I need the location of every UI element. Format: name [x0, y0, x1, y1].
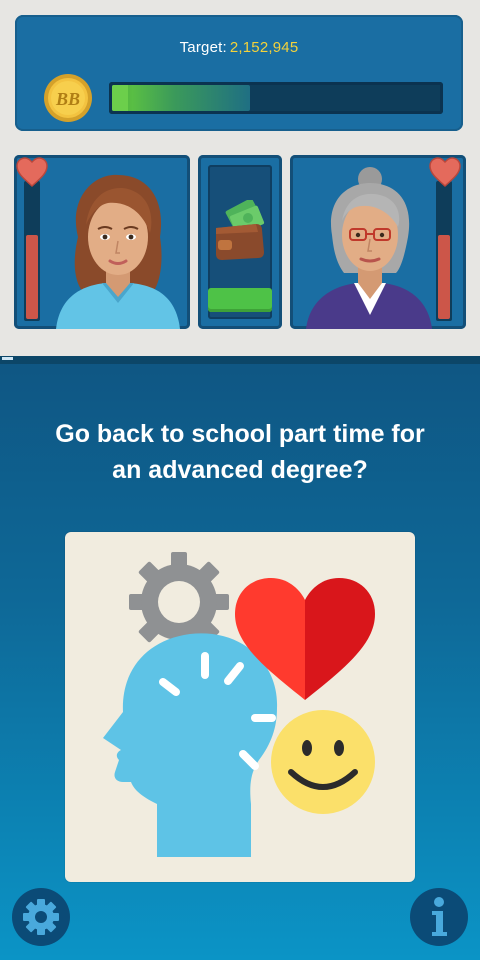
heart-icon	[429, 157, 461, 188]
info-icon	[432, 897, 447, 936]
question-text: Go back to school part time for an advan…	[0, 416, 480, 488]
target-label: Target:	[179, 39, 227, 56]
coin-icon: BB	[44, 74, 92, 122]
happiness-meter-right	[436, 181, 452, 321]
target-panel: Target: 2,152,945 BB	[15, 15, 463, 131]
happiness-meter-fill-right	[438, 235, 450, 319]
target-text: Target: 2,152,945	[15, 39, 463, 56]
smiley-icon	[271, 710, 375, 814]
happiness-meter-fill-left	[26, 235, 38, 319]
target-value: 2,152,945	[229, 39, 299, 56]
happiness-meter-left	[24, 181, 40, 321]
settings-button[interactable]	[12, 888, 70, 946]
money-panel[interactable]	[198, 155, 282, 329]
question-card[interactable]	[65, 532, 415, 882]
gear-icon	[23, 899, 59, 935]
question-line-2: an advanced degree?	[112, 456, 368, 484]
heart-icon	[16, 157, 48, 188]
question-line-1: Go back to school part time for	[55, 420, 425, 448]
target-progress-bar	[109, 82, 443, 114]
target-progress-fill	[112, 85, 250, 111]
character-panel-right[interactable]	[290, 155, 466, 329]
drag-handle[interactable]	[2, 357, 13, 360]
money-bar	[208, 288, 272, 312]
question-area: Go back to school part time for an advan…	[0, 356, 480, 960]
svg-text:BB: BB	[55, 89, 80, 109]
head-icon	[103, 633, 278, 857]
info-button[interactable]	[410, 888, 468, 946]
card-illustration	[103, 552, 375, 857]
grandmother-portrait	[306, 167, 432, 329]
wallet-icon	[216, 200, 265, 260]
status-area: Target: 2,152,945 BB	[0, 0, 480, 356]
divider-strip	[0, 356, 480, 364]
woman-portrait	[56, 174, 180, 329]
character-panel-left[interactable]	[14, 155, 190, 329]
